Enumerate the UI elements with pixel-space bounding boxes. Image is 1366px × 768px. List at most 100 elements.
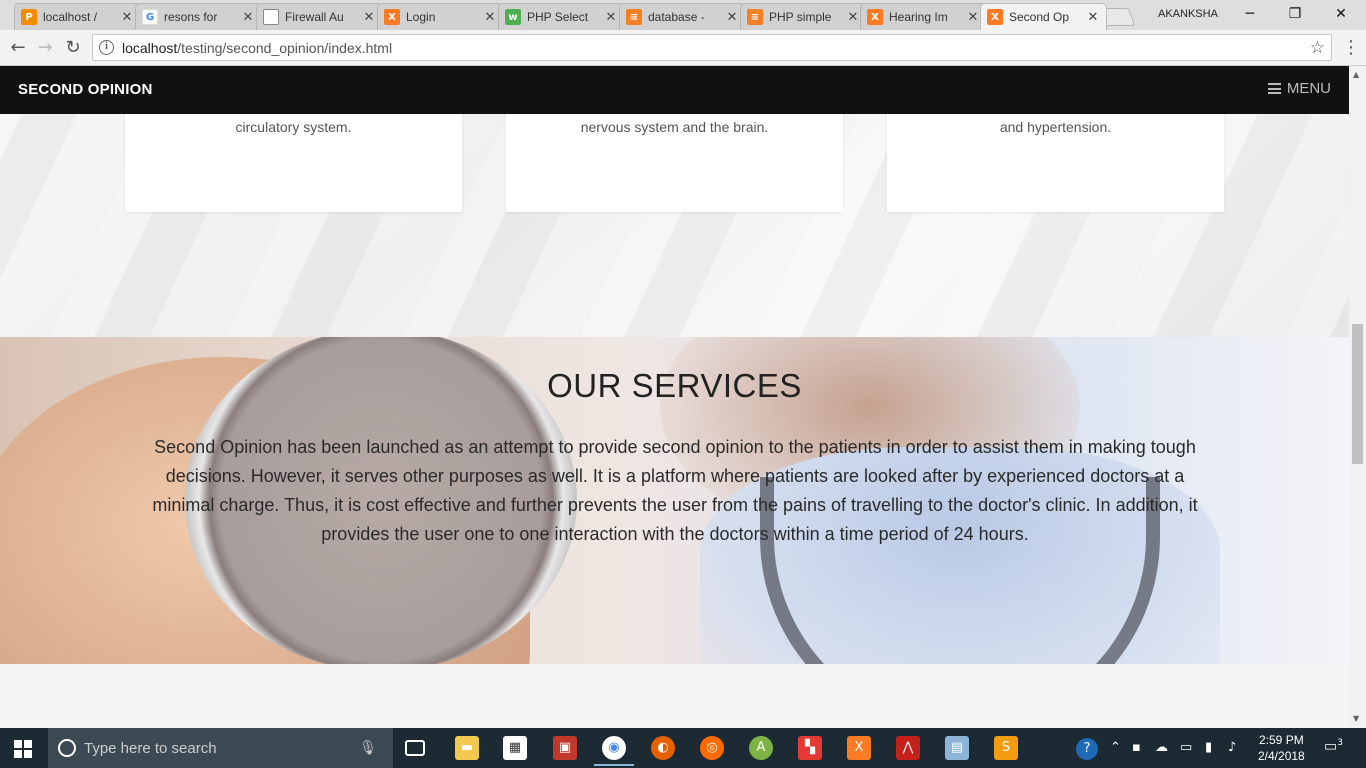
file-explorer-icon[interactable]: ▬ xyxy=(455,736,479,760)
close-icon[interactable]: ✕ xyxy=(846,10,860,25)
xampp-icon: X xyxy=(867,9,883,25)
xampp-icon: X xyxy=(987,9,1003,25)
scroll-up-icon[interactable]: ▲ xyxy=(1353,70,1359,79)
w3schools-icon: w xyxy=(505,9,521,25)
notepad-icon[interactable]: ▤ xyxy=(945,736,969,760)
tab-title: PHP simple xyxy=(769,10,832,24)
google-icon: G xyxy=(142,9,158,25)
tab-title: resons for xyxy=(164,10,218,24)
next-section xyxy=(0,664,1349,728)
network-icon[interactable]: ▭ xyxy=(1180,740,1192,755)
back-icon[interactable]: ← xyxy=(7,37,29,59)
page-scrollbar[interactable]: ▲ ▼ xyxy=(1349,66,1366,728)
sublime-text-icon[interactable]: S xyxy=(994,736,1018,760)
info-icon[interactable]: i xyxy=(99,40,114,55)
card-text: and hypertension. xyxy=(999,119,1112,135)
reload-icon[interactable]: ↻ xyxy=(62,37,84,59)
scroll-thumb[interactable] xyxy=(1352,324,1363,464)
browser-tab[interactable]: X Hearing Im ✕ xyxy=(860,3,987,30)
minimize-icon[interactable]: ─ xyxy=(1227,2,1273,26)
menu-button[interactable]: MENU xyxy=(1267,80,1331,97)
url-path: /testing/second_opinion/index.html xyxy=(177,39,393,56)
android-studio-icon[interactable]: A xyxy=(749,736,773,760)
browser-menu-icon[interactable]: ⋮ xyxy=(1342,37,1360,58)
close-icon[interactable]: ✕ xyxy=(604,10,618,25)
card-text: nervous system and the brain. xyxy=(580,119,769,135)
tab-title: PHP Select xyxy=(527,10,589,24)
chrome-icon[interactable]: ◉ xyxy=(602,736,626,760)
onedrive-icon[interactable]: ☁ xyxy=(1155,740,1168,755)
show-hidden-icons-icon[interactable]: ⌃ xyxy=(1110,740,1121,755)
taskbar-search[interactable]: Type here to search 🎙 xyxy=(48,728,393,768)
profile-name[interactable]: AKANKSHA xyxy=(1158,8,1218,20)
site-brand[interactable]: SECOND OPINION xyxy=(18,81,152,98)
bookmark-star-icon[interactable]: ☆ xyxy=(1310,38,1325,58)
stackoverflow-icon: ≡ xyxy=(747,9,763,25)
feature-card: and hypertension. xyxy=(887,104,1224,212)
stackoverflow-icon: ≡ xyxy=(626,9,642,25)
xampp-icon[interactable]: X xyxy=(847,736,871,760)
tab-title: localhost / xyxy=(43,10,98,24)
ubuntu-icon[interactable]: ◎ xyxy=(700,736,724,760)
browser-tab[interactable]: ≡ PHP simple ✕ xyxy=(740,3,867,30)
acrobat-icon[interactable]: ⋀ xyxy=(896,736,920,760)
close-icon[interactable]: ✕ xyxy=(483,10,497,25)
hamburger-icon xyxy=(1267,83,1281,94)
firefox-icon[interactable]: ◐ xyxy=(651,736,675,760)
search-placeholder: Type here to search xyxy=(84,739,217,757)
close-icon[interactable]: ✕ xyxy=(241,10,255,25)
browser-tab[interactable]: X Login ✕ xyxy=(377,3,504,30)
clock-time: 2:59 PM xyxy=(1259,733,1304,747)
url-host: localhost xyxy=(122,39,178,56)
browser-tab[interactable]: ≡ database - ✕ xyxy=(619,3,746,30)
browser-tab[interactable]: w PHP Select ✕ xyxy=(498,3,625,30)
tab-title: Hearing Im xyxy=(889,10,948,24)
menu-label: MENU xyxy=(1286,80,1331,97)
scroll-down-icon[interactable]: ▼ xyxy=(1353,714,1359,723)
action-center-icon[interactable]: ▭3 xyxy=(1324,738,1343,755)
restore-icon[interactable]: ❐ xyxy=(1272,2,1318,26)
volume-icon[interactable]: ♪ xyxy=(1228,740,1236,755)
site-navbar: SECOND OPINION MENU xyxy=(0,66,1349,114)
cortana-icon[interactable] xyxy=(58,739,76,757)
windows-taskbar: Type here to search 🎙 ▬ ▦ ▣ ◉ ◐ ◎ A ▚ X … xyxy=(0,728,1366,768)
close-icon[interactable]: ✕ xyxy=(1086,10,1100,25)
url-text[interactable]: localhost/testing/second_opinion/index.h… xyxy=(122,40,392,56)
clock-date: 2/4/2018 xyxy=(1258,749,1305,763)
microphone-icon[interactable]: 🎙 xyxy=(359,740,377,756)
services-description: Second Opinion has been launched as an a… xyxy=(152,437,1198,544)
office-icon[interactable]: ▚ xyxy=(798,736,822,760)
store-icon[interactable]: ▦ xyxy=(503,736,527,760)
window-close-icon[interactable]: ✕ xyxy=(1318,2,1364,26)
tab-title: Second Op xyxy=(1009,10,1070,24)
browser-tab-strip: P localhost / ✕ G resons for ✕ Firewall … xyxy=(0,0,1366,30)
notification-count: 3 xyxy=(1337,738,1343,748)
tab-title: Firewall Au xyxy=(285,10,344,24)
xampp-icon: X xyxy=(384,9,400,25)
active-app-indicator xyxy=(594,764,634,766)
close-icon[interactable]: ✕ xyxy=(725,10,739,25)
tab-title: database - xyxy=(648,10,705,24)
document-icon xyxy=(263,9,279,25)
browser-tab-active[interactable]: X Second Op ✕ xyxy=(980,3,1107,30)
close-icon[interactable]: ✕ xyxy=(966,10,980,25)
taskbar-clock[interactable]: 2:59 PM 2/4/2018 xyxy=(1258,732,1305,764)
address-bar[interactable]: i localhost/testing/second_opinion/index… xyxy=(92,34,1332,61)
browser-tab[interactable]: Firewall Au ✕ xyxy=(256,3,383,30)
help-icon[interactable]: ? xyxy=(1076,738,1098,760)
close-icon[interactable]: ✕ xyxy=(362,10,376,25)
windows-start-icon[interactable] xyxy=(14,740,32,758)
tab-title: Login xyxy=(406,10,436,24)
task-view-icon[interactable] xyxy=(405,740,425,756)
close-icon[interactable]: ✕ xyxy=(120,10,134,25)
services-section: OUR SERVICES Second Opinion has been lau… xyxy=(0,337,1349,664)
browser-tab[interactable]: P localhost / ✕ xyxy=(14,3,141,30)
browser-toolbar: ← → ↻ i localhost/testing/second_opinion… xyxy=(0,30,1366,66)
app-icon[interactable]: ▣ xyxy=(553,736,577,760)
gift-icon[interactable]: ▪ xyxy=(1132,740,1141,755)
battery-icon[interactable]: ▮ xyxy=(1205,740,1212,755)
forward-icon[interactable]: → xyxy=(34,37,56,59)
phpmyadmin-icon: P xyxy=(21,9,37,25)
browser-tab[interactable]: G resons for ✕ xyxy=(135,3,262,30)
services-title: OUR SERVICES xyxy=(547,367,802,404)
